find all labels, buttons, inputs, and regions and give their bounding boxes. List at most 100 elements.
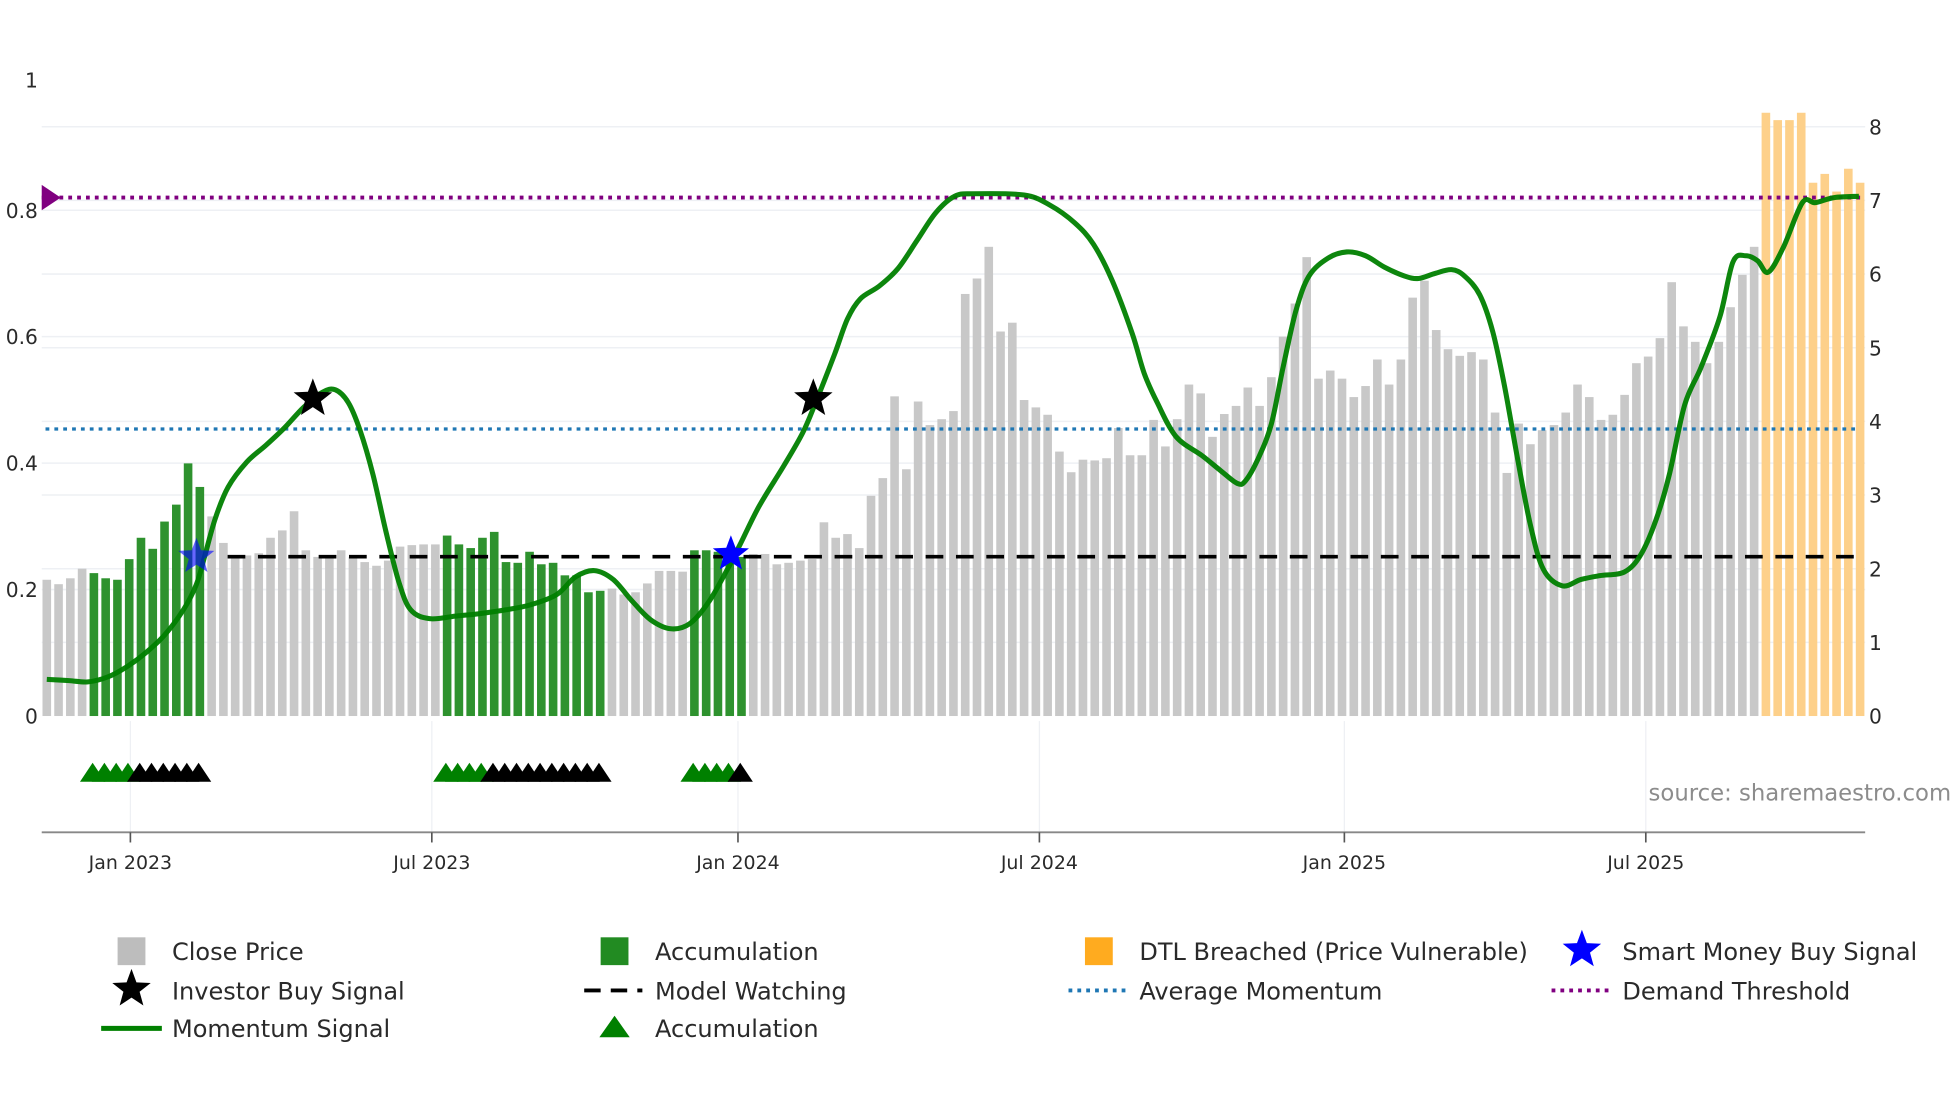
close-price-bar xyxy=(1008,322,1017,717)
close-price-bar xyxy=(819,522,829,717)
close-price-bar xyxy=(1526,444,1535,717)
close-price-bar xyxy=(336,550,346,717)
close-price-bar xyxy=(1196,393,1206,717)
close-price-bar xyxy=(1431,330,1441,717)
close-price-bar xyxy=(913,401,923,717)
accumulation-bar xyxy=(537,564,546,717)
accumulation-bar xyxy=(136,537,146,717)
close-price-bars xyxy=(42,112,1865,717)
close-price-bar xyxy=(1655,338,1665,717)
close-price-bar xyxy=(1443,349,1453,717)
close-price-bar xyxy=(1043,414,1052,717)
right-tick-label: 0 xyxy=(1869,705,1882,729)
close-price-bar xyxy=(1479,359,1488,717)
dtl-breached-bar xyxy=(1808,182,1818,717)
close-price-bar xyxy=(42,579,52,717)
close-price-bar xyxy=(431,544,440,717)
close-price-bar xyxy=(1066,472,1076,717)
close-price-bar xyxy=(313,556,322,717)
accumulation-bar xyxy=(489,531,499,717)
legend-item: Average Momentum xyxy=(1068,977,1382,1005)
x-tick-label: Jan 2024 xyxy=(695,852,779,874)
close-price-bar xyxy=(772,564,782,717)
right-tick-label: 1 xyxy=(1869,631,1882,655)
x-tick-label: Jul 2025 xyxy=(1606,852,1684,874)
legend-item: Accumulation xyxy=(600,937,819,966)
legend-star-icon xyxy=(112,968,151,1006)
close-price-bar xyxy=(854,548,864,717)
right-tick-label: 4 xyxy=(1869,410,1882,434)
close-price-bar xyxy=(972,278,982,717)
close-price-bar xyxy=(1125,455,1135,717)
close-price-bar xyxy=(643,583,652,717)
accumulation-bar xyxy=(737,556,746,717)
legend-label: Close Price xyxy=(172,938,304,966)
legend-square-icon xyxy=(600,937,629,966)
close-price-bar xyxy=(607,588,617,717)
close-price-bar xyxy=(1726,307,1735,717)
close-price-bar xyxy=(1396,359,1406,717)
close-price-bar xyxy=(1549,425,1559,717)
close-price-bar xyxy=(619,594,629,717)
legend-label: Accumulation xyxy=(655,938,819,966)
close-price-bar xyxy=(1667,282,1677,717)
right-tick-label: 3 xyxy=(1869,484,1882,508)
close-price-bar xyxy=(1384,384,1394,717)
close-price-bar xyxy=(666,570,676,717)
legend-item: Smart Money Buy Signal xyxy=(1562,929,1917,967)
accumulation-bar xyxy=(124,559,134,717)
accumulation-bar xyxy=(572,575,581,717)
x-tick-label: Jan 2023 xyxy=(88,852,172,874)
close-price-bar xyxy=(925,425,935,717)
x-tick-label: Jul 2023 xyxy=(392,852,470,874)
accumulation-bar xyxy=(584,592,593,717)
close-price-bar xyxy=(1702,363,1712,717)
right-tick-label: 6 xyxy=(1869,263,1882,287)
legend-item: Model Watching xyxy=(584,977,847,1005)
accumulation-bar xyxy=(513,562,523,717)
legend-square-icon xyxy=(1084,937,1113,966)
legend-square-icon xyxy=(117,937,146,966)
close-price-bar xyxy=(784,562,793,717)
accumulation-bar xyxy=(478,537,487,717)
accumulation-bar xyxy=(701,550,711,717)
close-price-bar xyxy=(949,411,958,717)
left-tick-label: 1 xyxy=(25,69,38,93)
close-price-bar xyxy=(1161,446,1170,717)
close-price-bar xyxy=(1149,419,1158,717)
x-tick-label: Jul 2024 xyxy=(1000,852,1078,874)
close-price-bar xyxy=(678,571,687,717)
demand-threshold-diamond-icon xyxy=(41,184,61,211)
close-price-bar xyxy=(1608,414,1618,717)
accumulation-bar xyxy=(195,486,205,717)
close-price-bar xyxy=(1137,455,1147,717)
close-price-bar xyxy=(1584,397,1594,717)
close-price-bar xyxy=(266,537,275,717)
right-tick-label: 8 xyxy=(1869,115,1882,139)
accumulation-bar xyxy=(560,575,570,717)
close-price-bar xyxy=(1490,412,1500,717)
close-price-bar xyxy=(1632,363,1641,717)
x-tick-label: Jan 2025 xyxy=(1302,852,1386,874)
dtl-breached-bar xyxy=(1855,182,1865,717)
close-price-bar xyxy=(1208,436,1217,717)
close-price-bar xyxy=(748,553,758,717)
close-price-bar xyxy=(866,495,876,717)
close-price-bar xyxy=(1302,257,1311,717)
legend-item: Momentum Signal xyxy=(101,1015,390,1043)
dtl-breached-bar xyxy=(1820,173,1830,717)
right-tick-label: 2 xyxy=(1869,557,1882,581)
legend-label: Investor Buy Signal xyxy=(172,977,405,1005)
close-price-bar xyxy=(902,469,911,717)
close-price-bar xyxy=(1290,303,1300,717)
close-price-bar xyxy=(325,556,334,717)
accumulation-bar xyxy=(89,573,99,717)
close-price-bar xyxy=(960,293,970,717)
close-price-bar xyxy=(1502,472,1512,717)
legend-star-icon xyxy=(1562,929,1602,967)
accumulation-bar xyxy=(160,521,169,717)
accumulation-bar xyxy=(725,556,735,717)
legend-label: Momentum Signal xyxy=(172,1015,390,1043)
legend-label: Accumulation xyxy=(655,1015,819,1043)
close-price-bar xyxy=(348,556,358,717)
